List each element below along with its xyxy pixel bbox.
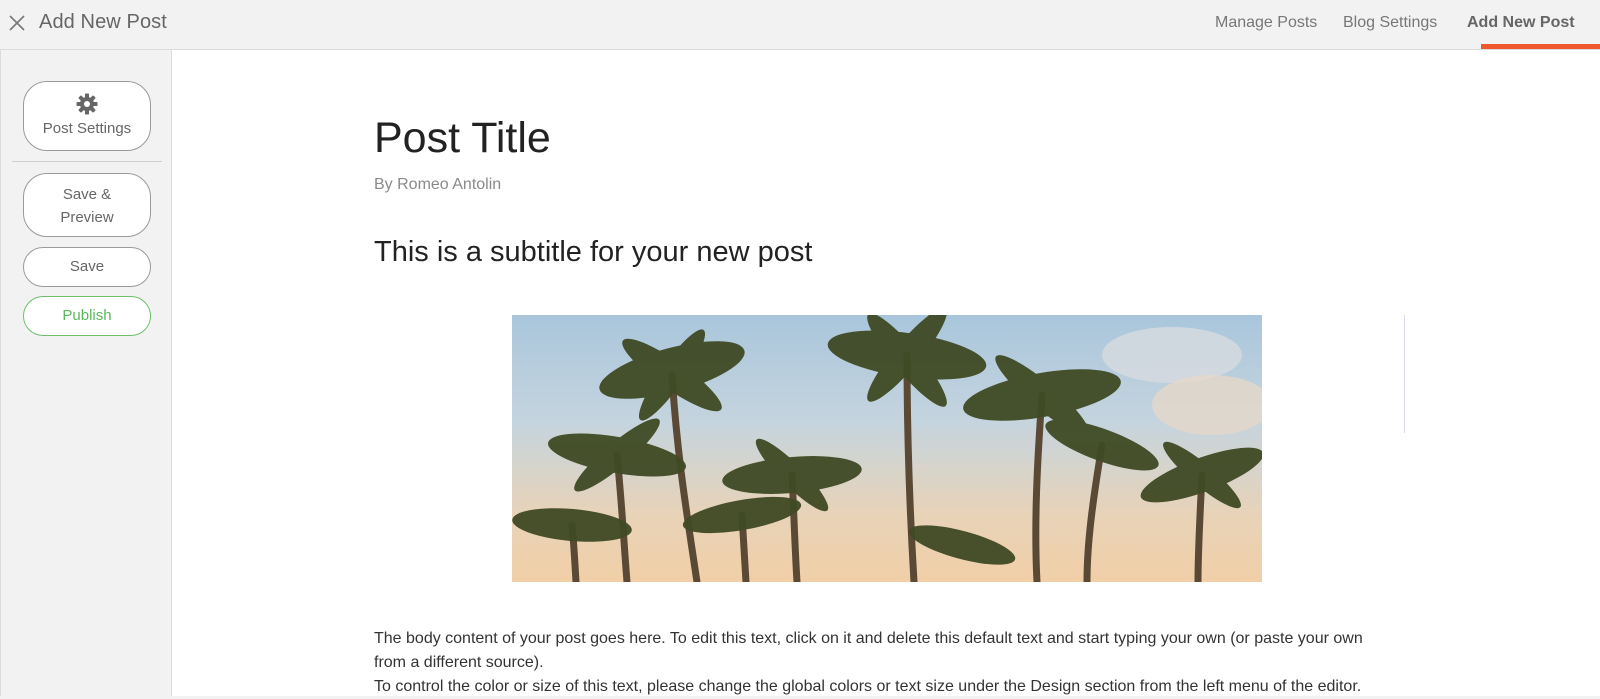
publish-button[interactable]: Publish	[23, 296, 151, 336]
post-editor-canvas: Post Title By Romeo Antolin This is a su…	[172, 50, 1600, 696]
save-preview-label-line2: Preview	[60, 209, 114, 226]
gear-icon	[75, 92, 99, 116]
top-bar: Add New Post Manage Posts Blog Settings …	[0, 0, 1600, 50]
post-settings-label: Post Settings	[42, 120, 132, 137]
post-title[interactable]: Post Title	[374, 114, 551, 163]
post-settings-button[interactable]: Post Settings	[23, 81, 151, 151]
hero-image[interactable]	[512, 315, 1262, 582]
post-body[interactable]: The body content of your post goes here.…	[374, 627, 1374, 699]
tab-manage-posts[interactable]: Manage Posts	[1215, 14, 1317, 32]
post-byline[interactable]: By Romeo Antolin	[374, 176, 501, 194]
active-tab-indicator	[1481, 44, 1600, 49]
save-preview-label-line1: Save &	[62, 186, 112, 203]
post-body-paragraph: To control the color or size of this tex…	[374, 678, 1362, 695]
save-preview-button[interactable]: Save & Preview	[23, 173, 151, 237]
editor-sidebar: Post Settings Save & Preview Save Publis…	[0, 50, 172, 696]
tab-add-new-post[interactable]: Add New Post	[1467, 14, 1575, 32]
save-button[interactable]: Save	[23, 247, 151, 287]
tab-blog-settings[interactable]: Blog Settings	[1343, 14, 1437, 32]
editor-guide-line	[1404, 315, 1405, 433]
page-title: Add New Post	[39, 11, 167, 33]
close-icon[interactable]	[6, 12, 28, 34]
post-body-paragraph: The body content of your post goes here.…	[374, 630, 1363, 671]
sidebar-divider	[12, 161, 162, 162]
post-subtitle[interactable]: This is a subtitle for your new post	[374, 236, 812, 269]
